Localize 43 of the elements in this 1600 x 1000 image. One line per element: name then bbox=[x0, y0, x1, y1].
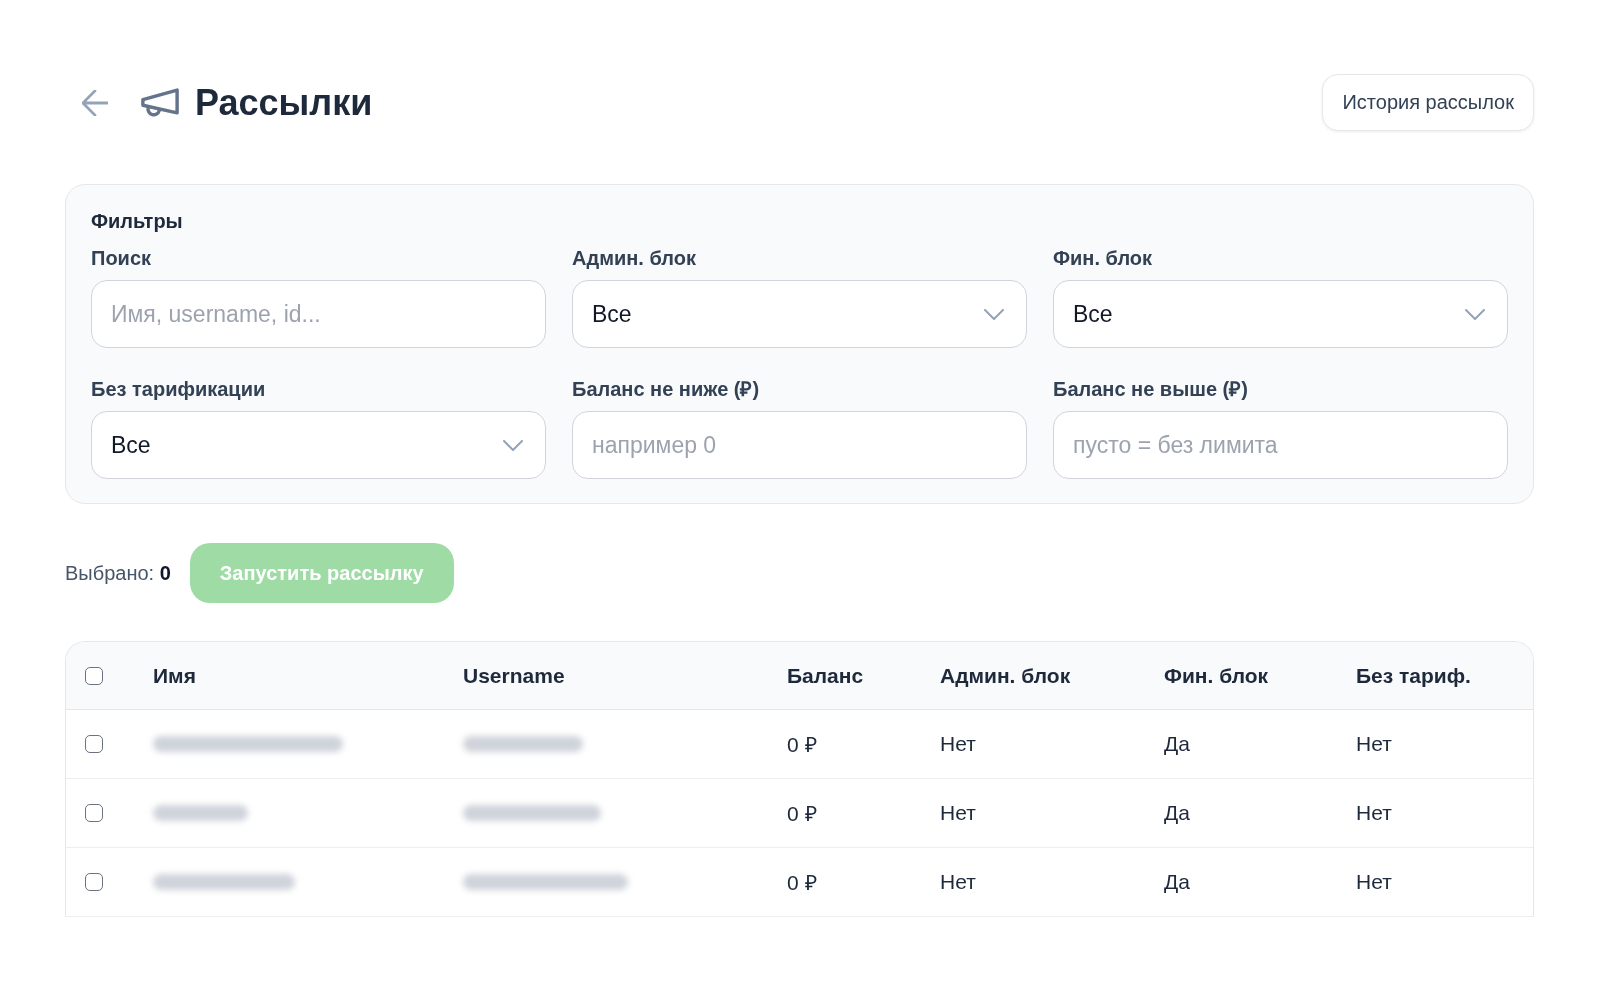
megaphone-icon bbox=[141, 87, 179, 118]
checkbox[interactable] bbox=[85, 666, 103, 685]
selected-count: Выбрано: 0 bbox=[65, 561, 171, 585]
page-title: Рассылки bbox=[195, 81, 373, 124]
field-label: Баланс не ниже (₽) bbox=[572, 377, 760, 401]
input-field[interactable]: пусто = без лимита bbox=[1053, 411, 1508, 479]
history-button[interactable]: История рассылок bbox=[1322, 74, 1534, 131]
back-arrow-icon[interactable] bbox=[82, 89, 108, 116]
select-field[interactable]: Все bbox=[91, 411, 546, 479]
table-cell: Нет bbox=[940, 870, 976, 894]
chevron-down-icon bbox=[1465, 308, 1485, 320]
table-cell-text: 0 ₽ bbox=[787, 732, 817, 758]
checkbox[interactable] bbox=[85, 735, 103, 753]
field-label: Фин. блок bbox=[1053, 246, 1153, 270]
table-cell-text: 0 ₽ bbox=[787, 801, 817, 827]
column-header: Фин. блок bbox=[1164, 663, 1269, 688]
select-field[interactable]: Все bbox=[1053, 280, 1508, 348]
table-cell-text: 0 ₽ bbox=[787, 870, 817, 896]
column-header: Имя bbox=[153, 663, 196, 688]
field-label: Поиск bbox=[91, 246, 152, 270]
checkbox[interactable] bbox=[85, 873, 103, 891]
panel-title: Фильтры bbox=[91, 209, 183, 233]
checkbox[interactable] bbox=[85, 804, 103, 822]
chevron-down-icon bbox=[503, 439, 523, 451]
table-cell: Нет bbox=[940, 801, 976, 825]
chevron-down-icon bbox=[984, 308, 1004, 320]
field-label: Баланс не выше (₽) bbox=[1053, 377, 1248, 401]
select-field[interactable]: Все bbox=[572, 280, 1027, 348]
table-cell: Да bbox=[1164, 732, 1190, 756]
input-field[interactable]: Имя, username, id... bbox=[91, 280, 546, 348]
table-cell: Нет bbox=[1356, 801, 1392, 825]
column-header: Без тариф. bbox=[1356, 663, 1471, 688]
column-header: Админ. блок bbox=[940, 663, 1071, 688]
table-cell: Да bbox=[1164, 870, 1190, 894]
field-label: Админ. блок bbox=[572, 246, 696, 270]
input-field[interactable]: например 0 bbox=[572, 411, 1027, 479]
table-cell: Нет bbox=[1356, 870, 1392, 894]
table-cell: Да bbox=[1164, 801, 1190, 825]
table-cell: Нет bbox=[940, 732, 976, 756]
column-header: Username bbox=[463, 663, 565, 688]
field-label: Без тарификации bbox=[91, 377, 266, 401]
column-header: Баланс bbox=[787, 663, 864, 688]
table-cell: Нет bbox=[1356, 732, 1392, 756]
